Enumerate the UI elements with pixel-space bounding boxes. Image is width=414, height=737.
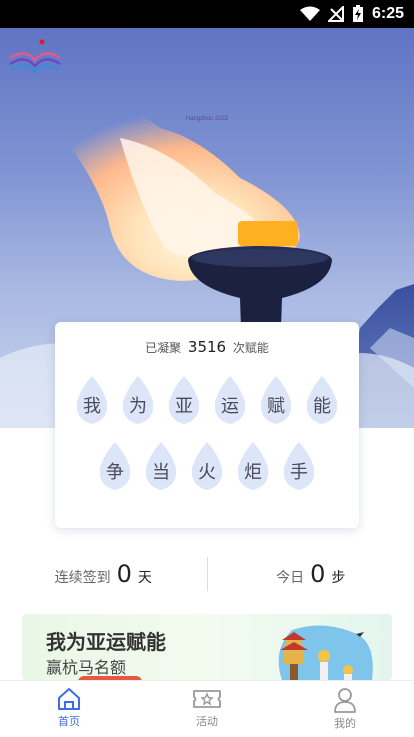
flame-char-3[interactable]: 亚 xyxy=(165,374,203,426)
flame-char-1[interactable]: 我 xyxy=(73,374,111,426)
flame-char-4[interactable]: 运 xyxy=(211,374,249,426)
slogan-row-2: 争 当 火 炬 手 xyxy=(55,440,359,492)
promo-banner[interactable]: 我为亚运赋能 赢杭马名额 xyxy=(22,614,392,680)
flame-char-label: 为 xyxy=(129,396,147,417)
checkin-value: 0 xyxy=(116,560,132,588)
app-screen: 6:25 Hangzhou 2022 已凝聚 3516 次赋能 我 为 亚 运 … xyxy=(0,0,414,737)
steps-stat[interactable]: 今日 0 步 xyxy=(208,560,414,588)
steps-value: 0 xyxy=(310,560,326,588)
nav-home[interactable]: 首页 xyxy=(0,681,138,737)
banner-title: 我为亚运赋能 xyxy=(46,630,166,654)
nav-me-label: 我的 xyxy=(334,717,356,730)
flame-char-7[interactable]: 争 xyxy=(96,440,134,492)
flame-char-label: 手 xyxy=(290,462,308,483)
logo-caption: Hangzhou 2022 xyxy=(185,116,229,122)
activity-ticket-icon xyxy=(193,690,221,708)
clock: 6:25 xyxy=(371,5,404,22)
flame-char-label: 争 xyxy=(106,462,124,483)
slogan-row-1: 我 为 亚 运 赋 能 xyxy=(55,374,359,426)
nav-home-label: 首页 xyxy=(58,715,80,728)
flame-char-6[interactable]: 能 xyxy=(303,374,341,426)
user-icon xyxy=(334,688,356,713)
empower-count: 3516 xyxy=(187,338,227,356)
flame-char-label: 炬 xyxy=(244,462,262,483)
checkin-unit: 天 xyxy=(137,570,152,586)
empower-count-line: 已凝聚 3516 次赋能 xyxy=(55,338,359,356)
home-icon xyxy=(58,688,80,710)
steps-unit: 步 xyxy=(331,570,346,586)
nav-activity-label: 活动 xyxy=(196,715,218,728)
flame-char-11[interactable]: 手 xyxy=(280,440,318,492)
steps-label: 今日 xyxy=(276,570,305,586)
flame-char-8[interactable]: 当 xyxy=(142,440,180,492)
flame-char-10[interactable]: 炬 xyxy=(234,440,272,492)
flame-char-9[interactable]: 火 xyxy=(188,440,226,492)
checkin-stat[interactable]: 连续签到 0 天 xyxy=(0,560,207,588)
battery-charging-icon xyxy=(352,5,363,22)
flame-char-label: 我 xyxy=(83,396,101,417)
stats-bar: 连续签到 0 天 今日 0 步 xyxy=(0,552,414,596)
flame-char-label: 赋 xyxy=(267,396,285,417)
flame-char-label: 亚 xyxy=(175,396,193,417)
nav-activity[interactable]: 活动 xyxy=(138,681,276,737)
hangzhou-2022-logo xyxy=(9,39,61,74)
empower-card[interactable]: 已凝聚 3516 次赋能 我 为 亚 运 赋 能 争 当 火 炬 手 xyxy=(55,322,359,528)
count-suffix: 次赋能 xyxy=(232,341,269,355)
flame-char-label: 当 xyxy=(152,462,170,483)
count-prefix: 已凝聚 xyxy=(145,341,182,355)
checkin-label: 连续签到 xyxy=(54,570,111,586)
flame-char-label: 能 xyxy=(313,396,331,417)
flame-char-5[interactable]: 赋 xyxy=(257,374,295,426)
no-signal-icon xyxy=(327,6,344,22)
hangzhou-landmark-illustration xyxy=(278,625,373,680)
nav-me[interactable]: 我的 xyxy=(276,681,414,737)
wifi-icon xyxy=(299,6,320,21)
bottom-nav: 首页 活动 我的 xyxy=(0,680,414,737)
flame-char-label: 运 xyxy=(221,396,239,417)
status-bar: 6:25 xyxy=(0,0,414,28)
banner-subtitle: 赢杭马名额 xyxy=(46,658,127,677)
flame-char-label: 火 xyxy=(198,462,216,483)
flame-char-2[interactable]: 为 xyxy=(119,374,157,426)
